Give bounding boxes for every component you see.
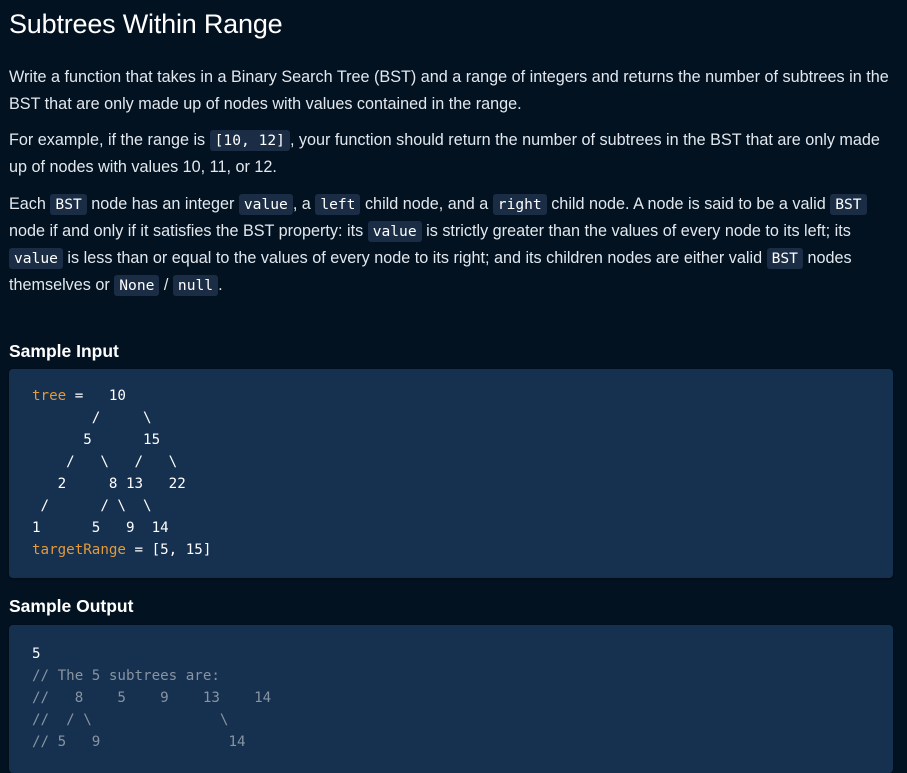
tree-line: 2 8 13 22 — [32, 476, 186, 492]
bst-code: BST — [830, 194, 867, 215]
bst-text: is less than or equal to the values of e… — [62, 249, 767, 267]
output-result: 5 — [32, 646, 41, 662]
example-paragraph: For example, if the range is [10, 12], y… — [9, 127, 897, 181]
tree-line: / \ — [32, 410, 152, 426]
bst-text: node has an integer — [86, 195, 239, 213]
tree-first-line: tree = 10 — [32, 385, 893, 407]
left-code: left — [315, 194, 361, 215]
description-text: Write a function that takes in a Binary … — [9, 68, 889, 113]
tree-line: / / \ \ — [32, 498, 152, 514]
right-code: right — [492, 194, 547, 215]
target-range-line: targetRange = [5, 15] — [32, 539, 893, 561]
value-code: value — [9, 248, 63, 269]
value-code: value — [238, 194, 293, 215]
sample-input-code-block: tree = 10 / \ 5 15 / \ / \ 2 8 13 22 / /… — [9, 369, 893, 578]
example-text-before: For example, if the range is — [9, 131, 210, 149]
output-comment-line: // / \ \ — [32, 712, 229, 728]
bst-text: Each — [9, 195, 51, 213]
bst-text: / — [159, 276, 173, 294]
target-range-variable: targetRange — [32, 542, 126, 558]
bst-text: . — [218, 276, 223, 294]
tree-variable: tree — [32, 388, 67, 404]
none-code: None — [114, 275, 160, 296]
bst-definition-paragraph: Each BST node has an integer value, a le… — [9, 191, 897, 299]
tree-line: / \ / \ — [32, 454, 178, 470]
page-title: Subtrees Within Range — [9, 9, 283, 39]
target-range-value: = [5, 15] — [125, 542, 212, 558]
range-code: [10, 12] — [209, 130, 290, 151]
bst-code: BST — [766, 248, 803, 269]
bst-text: child node, and a — [360, 195, 493, 213]
bst-text: , a — [292, 195, 316, 213]
output-comment-line: // 5 9 14 — [32, 734, 246, 750]
value-code: value — [367, 221, 422, 242]
tree-line: 1 5 9 14 — [32, 520, 169, 536]
bst-text: node if and only if it satisfies the BST… — [9, 222, 368, 240]
output-comment-line: // 8 5 9 13 14 — [32, 690, 272, 706]
sample-output-code-block: 5 // The 5 subtrees are: // 8 5 9 13 14 // … — [9, 625, 893, 773]
bst-text: child node. A node is said to be a valid — [546, 195, 831, 213]
problem-description: Write a function that takes in a Binary … — [9, 64, 897, 118]
null-code: null — [172, 275, 219, 296]
sample-input-heading: Sample Input — [9, 341, 119, 361]
sample-output-heading: Sample Output — [9, 596, 134, 616]
bst-text: is strictly greater than the values of e… — [421, 222, 851, 240]
tree-line: 5 15 — [32, 432, 161, 448]
tree-root-text: = 10 — [66, 388, 126, 404]
output-comment-line: // The 5 subtrees are: — [32, 668, 220, 684]
bst-code: BST — [50, 194, 87, 215]
problem-page: Subtrees Within Range Write a function t… — [0, 0, 907, 773]
